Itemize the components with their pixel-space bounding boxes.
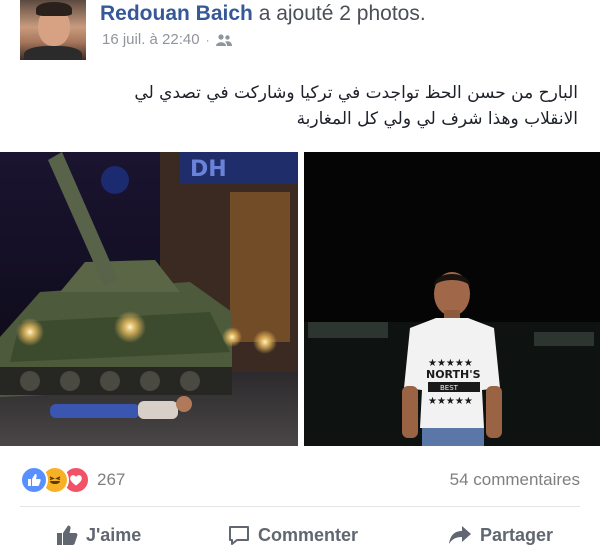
- meta-separator: ·: [205, 32, 210, 47]
- avatar[interactable]: [20, 0, 86, 60]
- comment-button[interactable]: Commenter: [228, 524, 358, 546]
- post-action-text: a ajouté 2 photos.: [258, 2, 426, 25]
- reaction-count[interactable]: 267: [97, 470, 125, 490]
- post-header: Redouan Baich a ajouté 2 photos.: [100, 2, 426, 26]
- reactions-group[interactable]: 267: [20, 466, 125, 494]
- share-arrow-icon: [449, 526, 471, 544]
- avatar-shirt: [24, 46, 82, 60]
- facebook-post: Redouan Baich a ajouté 2 photos. 16 juil…: [0, 0, 600, 559]
- thumbs-up-icon: [57, 525, 78, 545]
- post-status-text: البارح من حسن الحظ تواجدت في تركيا وشارك…: [18, 80, 578, 132]
- shirt-text: NORTH'S: [426, 368, 481, 381]
- like-button[interactable]: J'aime: [56, 524, 141, 546]
- post-meta: 16 juil. à 22:40 ·: [102, 31, 232, 48]
- status-line: البارح من حسن الحظ تواجدت في تركيا وشارك…: [134, 83, 578, 103]
- friends-icon[interactable]: [215, 33, 232, 46]
- shirt-stars: ★★★★★: [428, 396, 473, 407]
- shirt-text: BEST: [440, 384, 459, 392]
- tank-photo[interactable]: DH: [0, 152, 298, 446]
- like-reaction-icon: [20, 466, 48, 494]
- comment-icon: [229, 526, 249, 545]
- portrait-photo-image: ★★★★★ NORTH'S ★★★★★ BEST: [304, 152, 600, 446]
- share-label: Partager: [480, 524, 554, 545]
- action-bar: J'aime Commenter Partager: [0, 518, 600, 558]
- building-sign: DH: [190, 157, 227, 182]
- divider: [20, 506, 580, 507]
- tank-photo-image: DH: [0, 152, 298, 446]
- like-label: J'aime: [86, 524, 142, 545]
- portrait-photo[interactable]: ★★★★★ NORTH'S ★★★★★ BEST: [304, 152, 600, 446]
- reaction-summary: 267 54 commentaires: [0, 462, 600, 498]
- status-line: الانقلاب وهذا شرف لي ولي كل المغاربة: [296, 109, 578, 129]
- avatar-hair: [36, 2, 72, 16]
- comments-count[interactable]: 54 commentaires: [450, 470, 580, 490]
- post-timestamp[interactable]: 16 juil. à 22:40: [102, 31, 200, 48]
- author-name[interactable]: Redouan Baich: [100, 2, 253, 25]
- comment-label: Commenter: [258, 524, 359, 545]
- share-button[interactable]: Partager: [448, 524, 553, 546]
